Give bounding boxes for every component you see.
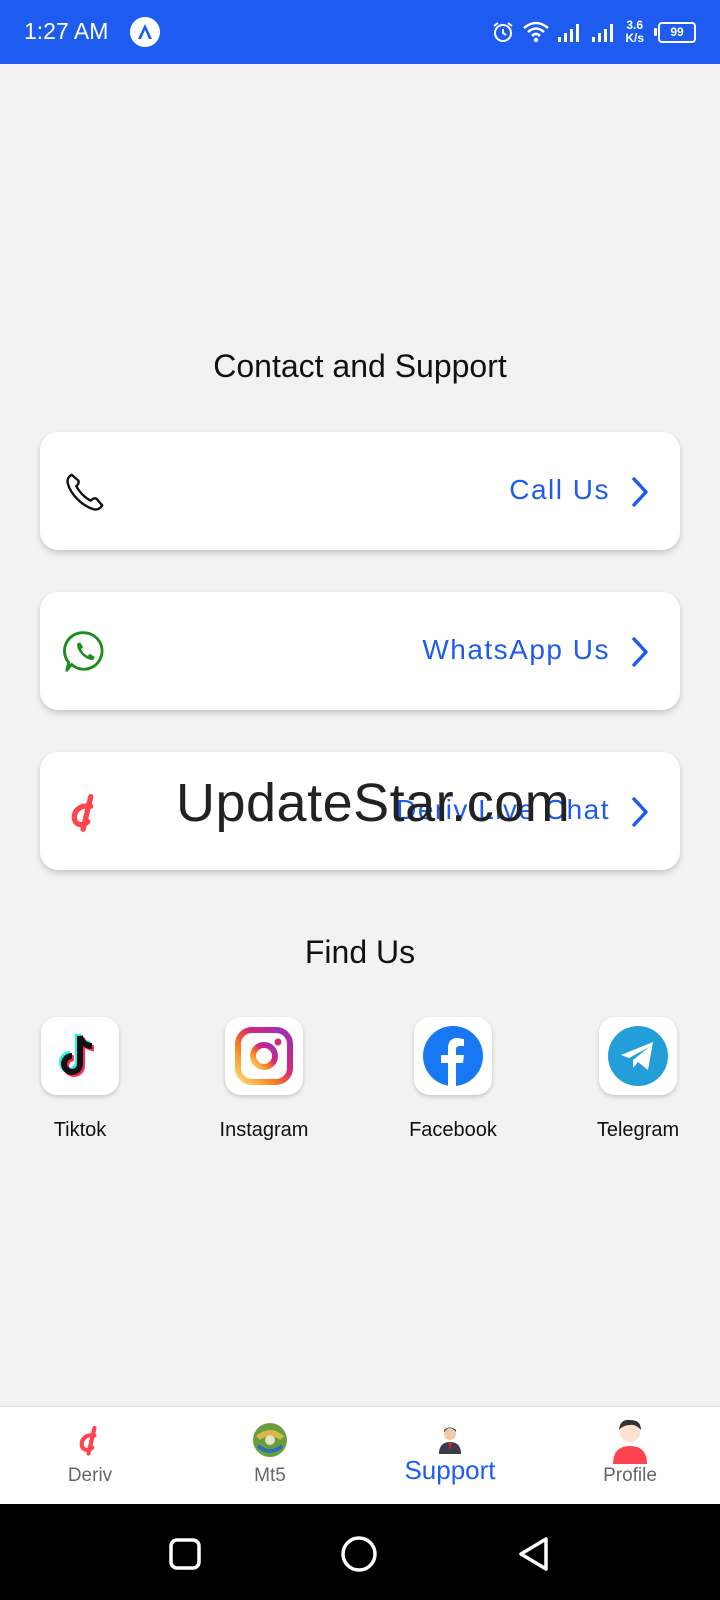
- facebook-icon: [423, 1026, 483, 1086]
- phone-icon: [66, 473, 104, 511]
- signal-icon: [592, 24, 614, 42]
- mt5-icon: [253, 1423, 287, 1457]
- whatsapp-us-label: WhatsApp Us: [422, 634, 610, 665]
- alarm-icon: [493, 22, 513, 42]
- nav-label-mt5: Mt5: [254, 1465, 286, 1486]
- wifi-icon: [523, 21, 550, 43]
- telegram-label: Telegram: [596, 1119, 680, 1141]
- status-time: 1:27 AM: [24, 18, 109, 44]
- whatsapp-us-button[interactable]: WhatsApp Us: [40, 592, 680, 710]
- chevron-right-icon: [632, 637, 648, 667]
- nav-item-mt5[interactable]: Mt5: [180, 1417, 360, 1487]
- facebook-label: Facebook: [409, 1119, 497, 1141]
- call-us-label: Call Us: [509, 474, 610, 505]
- whatsapp-icon: [63, 631, 104, 672]
- instagram-link[interactable]: Instagram: [184, 1017, 344, 1142]
- telegram-icon: [608, 1026, 668, 1086]
- instagram-icon: [235, 1027, 293, 1085]
- tiktok-tile[interactable]: [41, 1017, 119, 1095]
- chevron-right-icon: [632, 797, 648, 827]
- system-nav-bar: [0, 1504, 720, 1600]
- nav-label-support: Support: [404, 1455, 496, 1485]
- support-agent-icon: [439, 1427, 461, 1454]
- status-bar: 1:27 AM 3.6 K/s 99: [0, 0, 720, 64]
- call-us-button[interactable]: Call Us: [40, 432, 680, 550]
- deriv-logo-icon: [71, 794, 94, 832]
- tiktok-link[interactable]: Tiktok: [0, 1017, 160, 1142]
- nav-item-support[interactable]: Support: [360, 1417, 540, 1486]
- telegram-tile[interactable]: [599, 1017, 677, 1095]
- nav-label-deriv: Deriv: [67, 1465, 113, 1486]
- signal-icon: [558, 24, 580, 42]
- instagram-tile[interactable]: [225, 1017, 303, 1095]
- status-icons: 3.6 K/s 99: [491, 14, 696, 50]
- deriv-logo-icon: [79, 1425, 97, 1456]
- home-button[interactable]: [340, 1535, 378, 1573]
- facebook-tile[interactable]: [414, 1017, 492, 1095]
- app-logo-icon: [130, 17, 160, 47]
- nav-label-profile: Profile: [603, 1465, 657, 1486]
- battery-icon: 99: [654, 21, 696, 43]
- profile-avatar-icon: [613, 1419, 647, 1464]
- instagram-label: Instagram: [219, 1119, 309, 1141]
- tiktok-icon: [59, 1033, 95, 1077]
- contact-support-title: Contact and Support: [213, 348, 507, 384]
- telegram-link[interactable]: Telegram: [558, 1017, 718, 1142]
- watermark-text: UpdateStar.com: [176, 773, 571, 833]
- nav-item-profile[interactable]: Profile: [540, 1417, 720, 1487]
- tiktok-label: Tiktok: [53, 1119, 107, 1141]
- bottom-nav: Deriv Mt5 Support Profile: [0, 1406, 720, 1505]
- back-button[interactable]: [516, 1535, 552, 1573]
- recent-apps-button[interactable]: [168, 1537, 202, 1571]
- network-speed: 3.6 K/s: [625, 18, 644, 45]
- chevron-right-icon: [632, 477, 648, 507]
- find-us-title: Find Us: [304, 934, 416, 970]
- nav-item-deriv[interactable]: Deriv: [0, 1417, 180, 1487]
- facebook-link[interactable]: Facebook: [373, 1017, 533, 1142]
